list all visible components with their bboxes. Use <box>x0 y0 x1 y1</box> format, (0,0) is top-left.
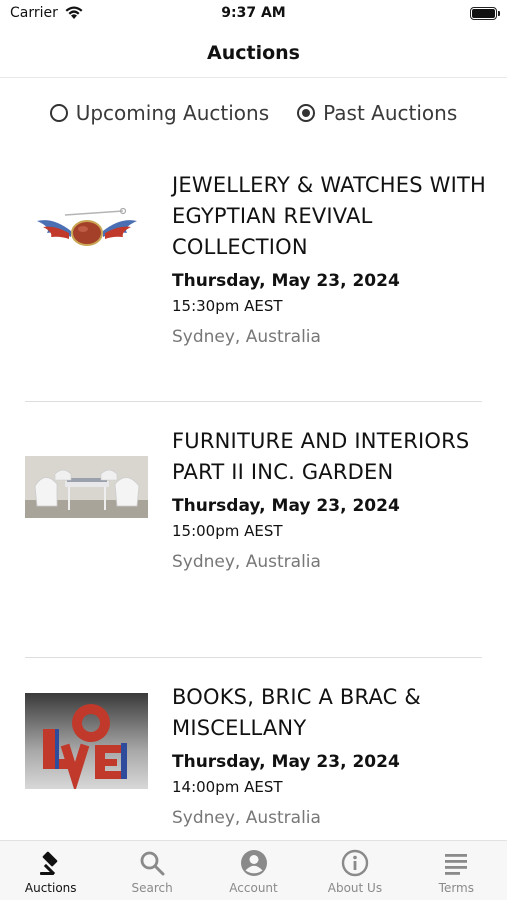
auction-item-jewellery[interactable]: JEWELLERY & WATCHES WITH EGYPTIAN REVIVA… <box>0 145 507 401</box>
search-icon <box>140 851 165 876</box>
gavel-icon <box>39 851 58 876</box>
auction-item-books[interactable]: BOOKS, BRIC A BRAC & MISCELLANY Thursday… <box>0 657 507 840</box>
past-auctions-label: Past Auctions <box>323 101 458 125</box>
tab-label: Search <box>131 881 173 895</box>
love-sculpture-thumbnail <box>25 693 148 789</box>
tab-label: About Us <box>327 881 383 895</box>
tab-search[interactable]: Search <box>101 841 202 900</box>
radio-selected-icon <box>297 104 316 122</box>
auction-date: Thursday, May 23, 2024 <box>172 496 400 516</box>
auction-time: 15:00pm AEST <box>172 522 283 540</box>
auction-info: BOOKS, BRIC A BRAC & MISCELLANY Thursday… <box>172 682 489 828</box>
auction-list[interactable]: JEWELLERY & WATCHES WITH EGYPTIAN REVIVA… <box>0 145 507 840</box>
account-icon <box>240 850 267 876</box>
battery-icon <box>470 7 500 20</box>
auction-info: JEWELLERY & WATCHES WITH EGYPTIAN REVIVA… <box>172 170 489 347</box>
auction-time: 14:00pm AEST <box>172 778 283 796</box>
auction-date: Thursday, May 23, 2024 <box>172 752 400 772</box>
auction-location: Sydney, Australia <box>172 327 321 347</box>
navigation-bar: Auctions <box>0 30 507 78</box>
tab-label: Terms <box>438 881 474 895</box>
auction-filter: Upcoming Auctions Past Auctions <box>0 96 507 130</box>
auction-info: FURNITURE AND INTERIORS PART II INC. GAR… <box>172 426 489 572</box>
tab-account[interactable]: Account <box>203 841 304 900</box>
furniture-thumbnail <box>25 456 148 518</box>
upcoming-auctions-option[interactable]: Upcoming Auctions <box>49 101 270 125</box>
info-icon <box>341 849 369 877</box>
auction-location: Sydney, Australia <box>172 808 321 828</box>
tab-auctions[interactable]: Auctions <box>0 841 101 900</box>
auction-item-furniture[interactable]: FURNITURE AND INTERIORS PART II INC. GAR… <box>0 401 507 657</box>
radio-unselected-icon <box>49 104 68 122</box>
brooch-thumbnail <box>25 197 148 255</box>
tab-about-us[interactable]: About Us <box>304 841 405 900</box>
auction-date: Thursday, May 23, 2024 <box>172 271 400 291</box>
upcoming-auctions-label: Upcoming Auctions <box>75 101 270 125</box>
auction-title: FURNITURE AND INTERIORS PART II INC. GAR… <box>172 429 470 484</box>
tab-label: Account <box>229 881 278 895</box>
status-time: 9:37 AM <box>221 5 286 21</box>
auction-title: JEWELLERY & WATCHES WITH EGYPTIAN REVIVA… <box>172 173 487 259</box>
auction-time: 15:30pm AEST <box>172 297 283 315</box>
auction-title: BOOKS, BRIC A BRAC & MISCELLANY <box>172 685 421 740</box>
past-auctions-option[interactable]: Past Auctions <box>297 101 457 125</box>
tab-terms[interactable]: Terms <box>406 841 507 900</box>
terms-icon <box>445 854 468 875</box>
auction-location: Sydney, Australia <box>172 552 321 572</box>
status-bar: Carrier 9:37 AM <box>0 0 507 30</box>
tab-label: Auctions <box>24 881 77 895</box>
page-title: Auctions <box>207 42 300 64</box>
tab-bar: Auctions Search Account About Us Terms <box>0 840 507 900</box>
